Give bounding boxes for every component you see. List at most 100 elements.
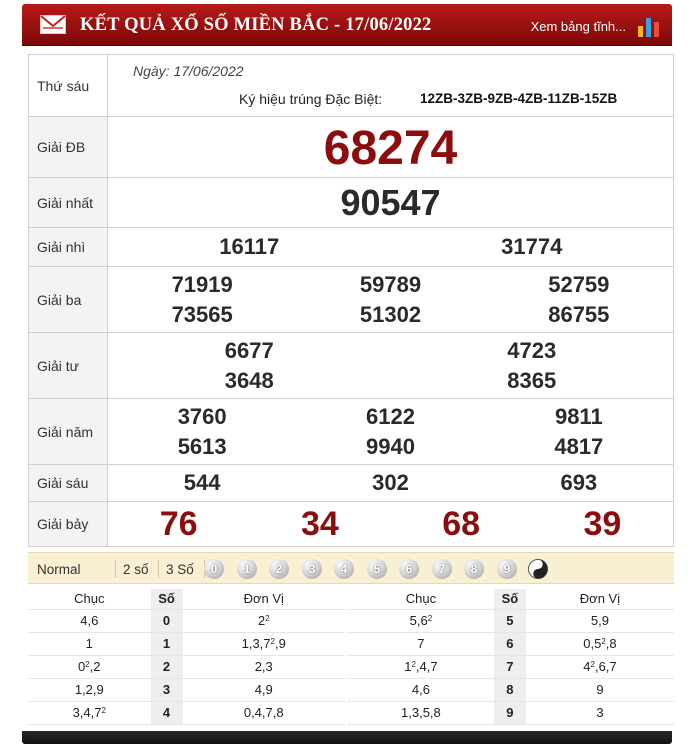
prize-label-second: Giải nhì	[28, 227, 108, 267]
prize-number: 39	[583, 504, 622, 543]
prize-number: 34	[300, 504, 339, 543]
prize-number: 9811	[554, 403, 603, 429]
prize-number: 3648	[224, 367, 274, 393]
prize-number: 4817	[554, 433, 604, 459]
col-donvi: Đơn Vị	[182, 589, 345, 610]
prize-number: 6122	[366, 403, 415, 429]
header-bar: KẾT QUẢ XỔ SỐ MIỀN BẮC - 17/06/2022 Xem …	[22, 4, 672, 46]
table-row: 1,2,9 3 4,9 4,6 8 9	[28, 678, 674, 702]
so-cell: 2	[150, 655, 183, 679]
filter-normal[interactable]: Normal	[37, 562, 81, 577]
table-row: 4,6 0 22 5,62 5 5,9	[28, 609, 674, 633]
so-cell: 4	[150, 701, 183, 725]
page-title: KẾT QUẢ XỔ SỐ MIỀN BẮC - 17/06/2022	[80, 15, 432, 35]
digit-stats-table: Chục Số Đơn Vị Chục Số Đơn Vị 4,6 0 22 5…	[28, 589, 674, 725]
mail-icon	[40, 15, 66, 34]
special-prize-number: 68274	[107, 116, 674, 178]
digit-ball-7[interactable]: 7	[432, 559, 452, 579]
prize-number: 6677	[224, 337, 274, 363]
filter-3-digits[interactable]: 3 Số	[166, 562, 194, 577]
chuc-cell: 1,2,9	[28, 678, 151, 702]
donvi-cell: 0,4,7,8	[182, 701, 345, 725]
prize-number: 76	[159, 504, 198, 543]
prize-label-seventh: Giải bảy	[28, 501, 108, 547]
so-cell: 3	[150, 678, 183, 702]
prize-number: 73565	[171, 301, 233, 327]
chuc-cell: 4,6	[28, 609, 151, 633]
col-chuc: Chục	[28, 589, 151, 610]
prize-number: 31774	[501, 234, 563, 259]
digit-ball-8[interactable]: 8	[464, 559, 484, 579]
digit-ball-9[interactable]: 9	[497, 559, 517, 579]
prize-number: 4723	[507, 337, 557, 363]
prize-number: 693	[560, 470, 598, 495]
prize-number: 544	[183, 470, 221, 495]
results-table: Thứ sáu Ngày: 17/06/2022 Ký hiệu trúng Đ…	[28, 54, 674, 547]
col-so: Số	[493, 589, 526, 610]
chuc-cell: 5,62	[347, 609, 494, 633]
prize-number: 86755	[548, 301, 610, 327]
result-widget: KẾT QUẢ XỔ SỐ MIỀN BẮC - 17/06/2022 Xem …	[22, 4, 674, 744]
digit-ball-4[interactable]: 4	[334, 559, 354, 579]
chuc-cell: 4,6	[347, 678, 494, 702]
prize-label-sixth: Giải sáu	[28, 464, 108, 502]
so-cell: 5	[493, 609, 526, 633]
bar-chart-icon[interactable]	[636, 12, 662, 38]
filter-2-digits[interactable]: 2 số	[123, 562, 149, 577]
digit-ball-6[interactable]: 6	[399, 559, 419, 579]
donvi-cell: 1,3,72,9	[182, 632, 345, 656]
chuc-cell: 7	[347, 632, 494, 656]
static-table-link[interactable]: Xem bảng tĩnh...	[531, 19, 626, 34]
prize-number: 16117	[219, 234, 280, 259]
prize-number: 302	[372, 470, 409, 495]
digit-ball-0[interactable]: 0	[204, 559, 224, 579]
donvi-cell: 22	[182, 609, 345, 633]
donvi-cell: 9	[525, 678, 674, 702]
so-cell: 1	[150, 632, 183, 656]
digit-ball-2[interactable]: 2	[269, 559, 289, 579]
table-row: 1 1 1,3,72,9 7 6 0,52,8	[28, 632, 674, 656]
chuc-cell: 1	[28, 632, 151, 656]
chuc-cell: 3,4,72	[28, 701, 151, 725]
table-row: 3,4,72 4 0,4,7,8 1,3,5,8 9 3	[28, 701, 674, 725]
so-cell: 7	[493, 655, 526, 679]
prize-label-fourth: Giải tư	[28, 332, 108, 399]
prize-number: 9940	[366, 433, 415, 459]
donvi-cell: 5,9	[525, 609, 674, 633]
prize-number: 3760	[177, 403, 227, 429]
col-donvi: Đơn Vị	[525, 589, 674, 610]
so-cell: 6	[493, 632, 526, 656]
prize-label-fifth: Giải năm	[28, 398, 108, 465]
col-so: Số	[150, 589, 183, 610]
so-cell: 9	[493, 701, 526, 725]
footer-bar	[22, 731, 672, 744]
prize-number: 68	[442, 504, 481, 543]
digit-ball-3[interactable]: 3	[302, 559, 322, 579]
prize-number: 59789	[359, 271, 422, 297]
prize-label-third: Giải ba	[28, 266, 108, 333]
digit-ball-5[interactable]: 5	[367, 559, 387, 579]
number-filter-bar: Normal 2 số 3 Số 0 1 2 3 4 5 6 7 8 9	[28, 552, 674, 584]
donvi-cell: 4,9	[182, 678, 345, 702]
prize-number: 52759	[548, 271, 610, 297]
weekday-label: Thứ sáu	[28, 54, 108, 117]
prize-label-first: Giải nhất	[28, 177, 108, 228]
donvi-cell: 2,3	[182, 655, 345, 679]
first-prize-number: 90547	[107, 177, 674, 228]
donvi-cell: 0,52,8	[525, 632, 674, 656]
prize-number: 51302	[359, 301, 422, 327]
prize-number: 8365	[507, 367, 557, 393]
so-cell: 8	[493, 678, 526, 702]
prize-number: 71919	[171, 271, 233, 297]
col-chuc: Chục	[347, 589, 494, 610]
donvi-cell: 3	[525, 701, 674, 725]
so-cell: 0	[150, 609, 183, 633]
draw-date: Ngày: 17/06/2022	[133, 63, 244, 79]
table-row: 02,2 2 2,3 12,4,7 7 42,6,7	[28, 655, 674, 679]
prize-label-db: Giải ĐB	[28, 116, 108, 178]
prize-number: 5613	[177, 433, 227, 459]
digit-ball-1[interactable]: 1	[237, 559, 257, 579]
chuc-cell: 12,4,7	[347, 655, 494, 679]
yin-yang-icon[interactable]	[528, 559, 548, 579]
special-symbol-label: Ký hiệu trúng Đặc Biệt:	[239, 91, 383, 107]
